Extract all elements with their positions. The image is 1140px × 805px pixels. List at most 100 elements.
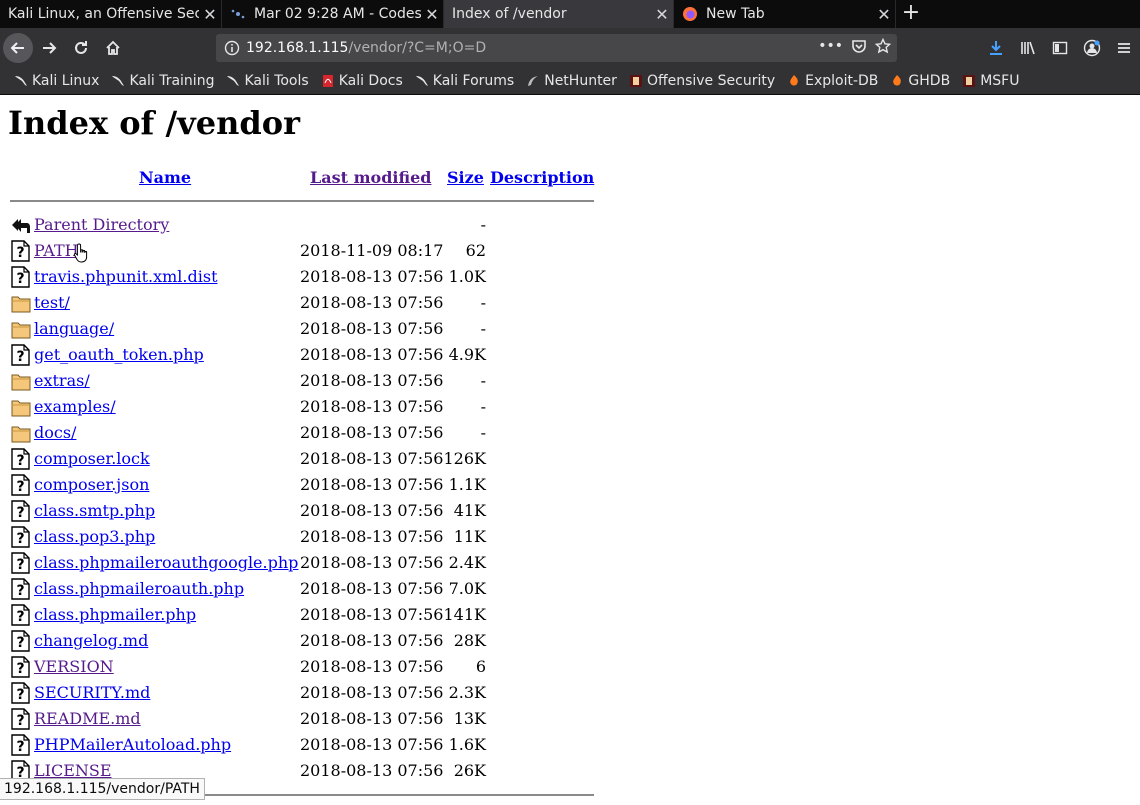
file-link[interactable]: PATH bbox=[34, 241, 79, 260]
table-row: ? class.phpmaileroauthgoogle.php 2018-08-1… bbox=[0, 550, 600, 576]
menu-button[interactable] bbox=[1108, 32, 1140, 64]
file-link[interactable]: class.phpmaileroauthgoogle.php bbox=[34, 553, 298, 572]
file-link[interactable]: class.phpmaileroauth.php bbox=[34, 579, 244, 598]
file-link[interactable]: extras/ bbox=[34, 371, 90, 390]
unknown-file-icon: ? bbox=[11, 734, 30, 756]
file-link[interactable]: VERSION bbox=[34, 657, 114, 676]
file-link[interactable]: SECURITY.md bbox=[34, 683, 150, 702]
bookmark-kali-training[interactable]: Kali Training bbox=[111, 73, 214, 89]
pocket-icon[interactable] bbox=[851, 38, 867, 54]
table-row: ? get_oauth_token.php 2018-08-13 07:56 4.9K bbox=[0, 342, 600, 368]
file-size: 2.4K bbox=[448, 553, 486, 572]
file-link[interactable]: travis.phpunit.xml.dist bbox=[34, 267, 218, 286]
bookmark-offensive-security[interactable]: Offensive Security bbox=[629, 73, 775, 89]
file-date: 2018-08-13 07:56 bbox=[300, 657, 444, 676]
bookmark-msfu[interactable]: MSFU bbox=[962, 73, 1019, 89]
file-date: 2018-08-13 07:56 bbox=[300, 735, 444, 754]
file-size: - bbox=[480, 293, 486, 312]
table-row: docs/2018-08-13 07:56 - bbox=[0, 420, 600, 446]
back-button[interactable] bbox=[3, 33, 33, 63]
sidebar-button[interactable] bbox=[1044, 32, 1076, 64]
tab-new-tab[interactable]: New Tab ✕ bbox=[674, 0, 896, 28]
unknown-file-icon: ? bbox=[11, 656, 30, 678]
table-row: ? class.smtp.php 2018-08-13 07:56 41K bbox=[0, 498, 600, 524]
file-date: 2018-08-13 07:56 bbox=[300, 579, 444, 598]
account-button[interactable] bbox=[1076, 32, 1108, 64]
table-row: ? PHPMailerAutoload.php 2018-08-13 07:56 1.… bbox=[0, 732, 600, 758]
bookmark-nethunter[interactable]: NetHunter bbox=[526, 73, 617, 89]
toolbar-right bbox=[980, 32, 1140, 64]
tab-index-vendor[interactable]: Index of /vendor ✕ bbox=[444, 0, 674, 28]
file-link[interactable]: language/ bbox=[34, 319, 114, 338]
close-icon[interactable]: ✕ bbox=[199, 5, 221, 24]
new-tab-button[interactable]: + bbox=[896, 0, 926, 28]
unknown-file-icon: ? bbox=[11, 682, 30, 704]
folder-icon bbox=[11, 400, 31, 417]
column-header-last-modified[interactable]: Last modified bbox=[310, 168, 431, 187]
downloads-button[interactable] bbox=[980, 32, 1012, 64]
unknown-file-icon: ? bbox=[11, 344, 30, 366]
tab-codeshare[interactable]: Mar 02 9:28 AM - Codesh ✕ bbox=[222, 0, 444, 28]
close-icon[interactable]: ✕ bbox=[873, 5, 895, 24]
arrow-right-icon bbox=[43, 42, 57, 54]
bookmark-kali-tools[interactable]: Kali Tools bbox=[226, 73, 309, 89]
file-link[interactable]: composer.lock bbox=[34, 449, 150, 468]
file-link[interactable]: get_oauth_token.php bbox=[34, 345, 204, 364]
file-link[interactable]: class.smtp.php bbox=[34, 501, 155, 520]
unknown-file-icon: ? bbox=[11, 526, 30, 548]
close-icon[interactable]: ✕ bbox=[651, 5, 673, 24]
svg-text:?: ? bbox=[16, 479, 24, 495]
bookmark-kali-linux[interactable]: Kali Linux bbox=[14, 73, 99, 89]
bookmark-star-icon[interactable] bbox=[875, 38, 891, 54]
file-link[interactable]: README.md bbox=[34, 709, 141, 728]
svg-text:?: ? bbox=[16, 583, 24, 599]
column-header-size[interactable]: Size bbox=[447, 168, 484, 187]
bookmarks-toolbar: Kali Linux Kali Training Kali Tools Kali… bbox=[0, 68, 1140, 95]
file-link[interactable]: examples/ bbox=[34, 397, 116, 416]
file-date: 2018-08-13 07:56 bbox=[300, 527, 444, 546]
navigation-toolbar: 192.168.1.115/vendor/?C=M;O=D ••• bbox=[0, 28, 1140, 68]
home-button[interactable] bbox=[97, 32, 129, 64]
file-date: 2018-08-13 07:56 bbox=[300, 709, 444, 728]
bookmark-ghdb[interactable]: GHDB bbox=[890, 73, 950, 89]
file-size: - bbox=[480, 319, 486, 338]
url-bar[interactable]: 192.168.1.115/vendor/?C=M;O=D ••• bbox=[216, 34, 897, 62]
column-header-name[interactable]: Name bbox=[139, 168, 191, 187]
url-text[interactable]: 192.168.1.115/vendor/?C=M;O=D bbox=[240, 40, 486, 56]
parent-directory-link[interactable]: Parent Directory bbox=[34, 215, 169, 234]
file-size: 41K bbox=[453, 501, 486, 520]
kali-dragon-icon bbox=[15, 76, 27, 86]
bookmark-label: Offensive Security bbox=[646, 73, 776, 89]
back-arrow-icon bbox=[12, 219, 30, 233]
file-link[interactable]: changelog.md bbox=[34, 631, 148, 650]
bookmark-kali-docs[interactable]: Kali Docs bbox=[321, 73, 403, 89]
file-link[interactable]: class.phpmailer.php bbox=[34, 605, 196, 624]
file-date: 2018-08-13 07:56 bbox=[300, 449, 444, 468]
table-row: ? composer.json 2018-08-13 07:56 1.1K bbox=[0, 472, 600, 498]
bookmark-exploit-db[interactable]: Exploit-DB bbox=[787, 73, 878, 89]
reload-button[interactable] bbox=[65, 32, 97, 64]
svg-text:?: ? bbox=[16, 531, 24, 547]
tab-kali-linux[interactable]: Kali Linux, an Offensive Secu ✕ bbox=[0, 0, 222, 28]
bookmark-kali-forums[interactable]: Kali Forums bbox=[415, 73, 514, 89]
file-link[interactable]: docs/ bbox=[34, 423, 76, 442]
table-row: ? travis.phpunit.xml.dist 2018-08-13 07:56… bbox=[0, 264, 600, 290]
svg-text:?: ? bbox=[16, 271, 24, 287]
firefox-icon bbox=[683, 7, 697, 21]
svg-text:?: ? bbox=[16, 245, 24, 261]
file-link[interactable]: PHPMailerAutoload.php bbox=[34, 735, 231, 754]
file-link[interactable]: test/ bbox=[34, 293, 70, 312]
forward-button[interactable] bbox=[33, 32, 65, 64]
library-button[interactable] bbox=[1012, 32, 1044, 64]
column-header-description[interactable]: Description bbox=[490, 168, 594, 187]
file-date: 2018-08-13 07:56 bbox=[300, 683, 444, 702]
page-actions-icon[interactable]: ••• bbox=[818, 38, 843, 54]
close-icon[interactable]: ✕ bbox=[421, 5, 443, 24]
file-date: 2018-08-13 07:56 bbox=[300, 423, 444, 442]
info-icon[interactable] bbox=[224, 40, 240, 56]
file-size: 1.0K bbox=[448, 267, 486, 286]
table-row: ? README.md 2018-08-13 07:56 13K bbox=[0, 706, 600, 732]
file-link[interactable]: class.pop3.php bbox=[34, 527, 155, 546]
file-size: - bbox=[480, 423, 486, 442]
file-link[interactable]: composer.json bbox=[34, 475, 149, 494]
